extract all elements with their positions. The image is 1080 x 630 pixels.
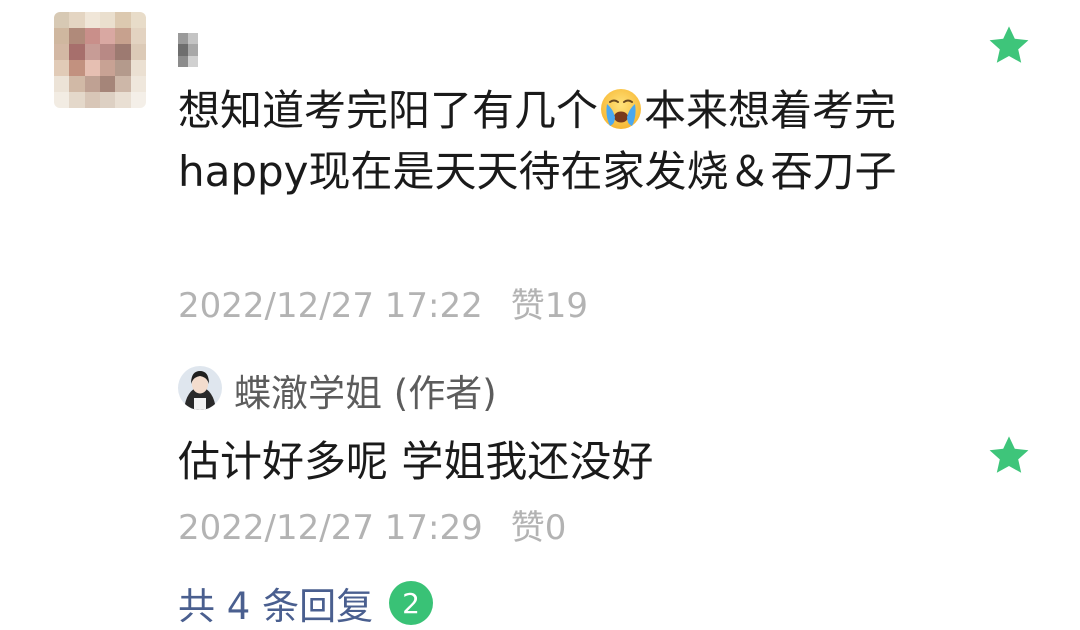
view-replies-label: 共 4 条回复 xyxy=(178,585,374,628)
star-icon[interactable] xyxy=(985,22,1033,70)
unread-badge: 2 xyxy=(389,581,434,625)
reply-like-label: 赞 xyxy=(510,508,545,548)
comment-text: 想知道考完阳了有几个 本来想着考完happy现在是天天待在家发烧＆吞刀子 xyxy=(178,80,938,202)
comment-like-label: 赞 xyxy=(510,286,545,326)
author-avatar-icon xyxy=(178,366,222,410)
comment-text-part1: 想知道考完阳了有几个 xyxy=(178,86,599,135)
comment-avatar[interactable] xyxy=(54,12,146,108)
reply-author-avatar[interactable] xyxy=(178,366,222,410)
comment-meta: 2022/12/27 17:22 赞19 xyxy=(178,278,588,327)
reply-meta: 2022/12/27 17:29 赞0 xyxy=(178,500,566,549)
reply-date: 2022/12/27 17:29 xyxy=(178,508,483,548)
star-icon[interactable] xyxy=(985,432,1033,480)
reply-author-name[interactable]: 蝶澈学姐 (作者) xyxy=(234,363,497,417)
reply-like-button[interactable]: 赞0 xyxy=(511,508,567,548)
comment-like-button[interactable]: 赞19 xyxy=(511,286,588,326)
comment-date: 2022/12/27 17:22 xyxy=(178,286,483,326)
crying-face-emoji-icon xyxy=(601,89,642,129)
comment-like-count: 19 xyxy=(544,286,589,326)
comment-username[interactable] xyxy=(178,33,198,67)
reply-like-count: 0 xyxy=(544,508,567,548)
view-replies-link[interactable]: 共 4 条回复 2 xyxy=(178,576,434,630)
reply-text: 估计好多呢 学姐我还没好 xyxy=(178,437,654,486)
